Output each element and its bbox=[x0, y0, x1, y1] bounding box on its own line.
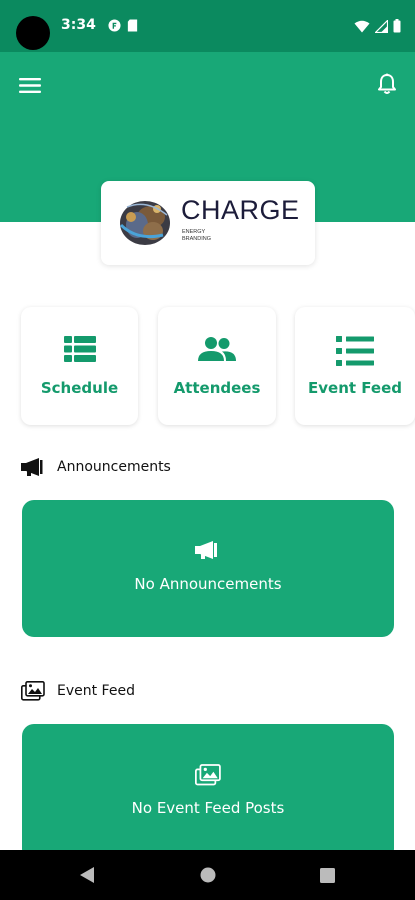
event-feed-button[interactable]: Event Feed bbox=[295, 307, 415, 425]
attendees-label: Attendees bbox=[173, 379, 261, 397]
schedule-label: Schedule bbox=[40, 379, 119, 397]
wifi-icon bbox=[354, 20, 370, 32]
back-button[interactable] bbox=[57, 850, 117, 900]
no-announcements-text: No Announcements bbox=[134, 575, 282, 593]
signal-icon bbox=[375, 19, 388, 33]
event-feed-label: Event Feed bbox=[308, 379, 402, 397]
home-button[interactable] bbox=[178, 850, 238, 900]
event-feed-heading: Event Feed bbox=[57, 683, 135, 699]
back-icon bbox=[80, 867, 94, 883]
menu-button[interactable] bbox=[17, 74, 43, 96]
announcements-header: Announcements bbox=[21, 455, 171, 479]
event-logo-subtitle: ENERGY BRANDING bbox=[182, 229, 212, 242]
navigation-bar bbox=[0, 850, 415, 900]
event-logo-title: CHARGE bbox=[181, 195, 300, 225]
announcements-empty-card: No Announcements bbox=[22, 500, 394, 637]
attendees-button[interactable]: Attendees bbox=[158, 307, 276, 425]
notifications-button[interactable] bbox=[374, 71, 400, 97]
event-feed-header: Event Feed bbox=[21, 679, 135, 703]
sd-card-icon bbox=[127, 19, 138, 32]
megaphone-icon bbox=[195, 541, 217, 559]
status-bar: 3:34 bbox=[0, 0, 415, 52]
event-logo-card: CHARGE ENERGY BRANDING bbox=[101, 181, 315, 265]
event-feed-empty-card: No Event Feed Posts bbox=[22, 724, 394, 861]
home-icon bbox=[200, 867, 216, 883]
announcements-heading: Announcements bbox=[57, 459, 171, 475]
status-time: 3:34 bbox=[61, 17, 96, 33]
schedule-list-icon bbox=[63, 336, 96, 362]
quick-actions: Schedule Attendees Event Feed bbox=[21, 307, 415, 425]
feed-list-icon bbox=[336, 336, 374, 366]
megaphone-icon bbox=[21, 458, 43, 476]
bell-icon bbox=[378, 73, 396, 94]
no-event-feed-posts-text: No Event Feed Posts bbox=[131, 799, 285, 817]
recents-icon bbox=[319, 867, 335, 883]
camera-cutout bbox=[16, 16, 50, 50]
schedule-button[interactable]: Schedule bbox=[21, 307, 138, 425]
event-logo-image bbox=[119, 201, 170, 245]
recents-button[interactable] bbox=[297, 850, 357, 900]
status-icons bbox=[354, 19, 401, 33]
app-notification-icon bbox=[108, 19, 121, 32]
photo-gallery-icon bbox=[195, 764, 221, 786]
battery-icon bbox=[393, 19, 401, 33]
people-icon bbox=[198, 337, 236, 361]
hamburger-menu-icon bbox=[19, 77, 41, 93]
photo-gallery-icon bbox=[21, 681, 45, 701]
